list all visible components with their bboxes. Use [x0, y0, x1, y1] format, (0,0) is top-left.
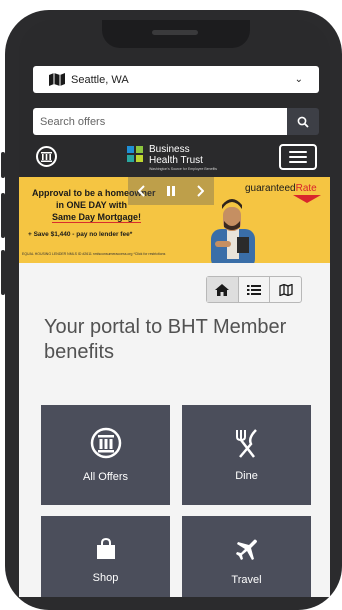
list-view-button[interactable]	[239, 277, 271, 302]
phone-side-button	[1, 152, 5, 178]
tile-shop[interactable]: Shop	[41, 516, 170, 597]
search-button[interactable]	[287, 108, 319, 135]
banner-line3: Same Day Mortgage!	[52, 212, 142, 223]
chevron-right-icon[interactable]	[196, 185, 204, 197]
map-icon	[49, 73, 65, 86]
tile-label: Shop	[92, 572, 119, 584]
plane-icon	[235, 539, 257, 560]
search-input[interactable]: Search offers	[33, 108, 287, 135]
banner-line2: in ONE DAY with	[56, 200, 128, 210]
tile-label: All Offers	[82, 471, 129, 483]
guaranteed-rate-logo: guaranteedRate	[245, 183, 317, 194]
map-outline-icon	[279, 283, 293, 296]
logo-tagline: Washington's Source for Employee Benefit…	[149, 167, 218, 171]
utensils-icon	[235, 429, 257, 458]
banner-line4: + Save $1,440 - pay no lender fee*	[28, 231, 133, 238]
hamburger-menu-button[interactable]	[279, 144, 317, 170]
view-toggle	[206, 276, 302, 303]
bht-logo[interactable]: Business Health Trust Washington's Sourc…	[127, 144, 217, 172]
tile-label: Travel	[231, 574, 262, 586]
portal-heading: Your portal to BHT Member benefits	[44, 316, 287, 363]
site-header: Business Health Trust Washington's Sourc…	[19, 144, 330, 180]
logo-line2: Health Trust	[149, 155, 203, 166]
phone-side-button	[1, 193, 5, 238]
tile-all-offers[interactable]: All Offers	[41, 405, 170, 505]
home-icon	[215, 283, 230, 296]
phone-screen: Seattle, WA ⌄ Search offers Business Hea…	[19, 20, 330, 597]
home-view-button[interactable]	[207, 277, 239, 302]
seal-icon[interactable]	[36, 146, 57, 167]
tile-label: Dine	[235, 470, 258, 482]
carousel-controls	[128, 177, 214, 205]
map-view-button[interactable]	[270, 277, 301, 302]
hamburger-icon-bar	[289, 156, 307, 158]
hamburger-icon-bar	[289, 161, 307, 163]
hamburger-icon-bar	[289, 151, 307, 153]
chevron-down-icon: ⌄	[294, 74, 303, 85]
phone-side-button	[1, 250, 5, 295]
location-value: Seattle, WA	[71, 73, 129, 86]
search-icon	[297, 116, 309, 128]
promo-banner[interactable]: Approval to be a homeowner in ONE DAY wi…	[19, 177, 330, 263]
list-icon	[247, 284, 261, 295]
tile-dine[interactable]: Dine	[182, 405, 311, 505]
pause-icon[interactable]	[166, 185, 176, 197]
search-placeholder: Search offers	[40, 115, 106, 128]
shopping-bag-icon	[96, 538, 115, 559]
building-seal-icon	[90, 427, 121, 459]
location-select[interactable]: Seattle, WA ⌄	[33, 66, 319, 93]
banner-fine-print: EQUAL HOUSING LENDER NMLS ID #2611 nmlsc…	[22, 252, 166, 256]
main-content: Your portal to BHT Member benefits All O…	[19, 263, 330, 597]
guaranteed-rate-arrow	[293, 195, 321, 203]
logo-mark-icon	[127, 146, 143, 162]
tile-travel[interactable]: Travel	[182, 516, 311, 597]
phone-speaker	[152, 30, 198, 35]
logo-line1: Business	[149, 144, 190, 155]
chevron-left-icon[interactable]	[138, 185, 146, 197]
